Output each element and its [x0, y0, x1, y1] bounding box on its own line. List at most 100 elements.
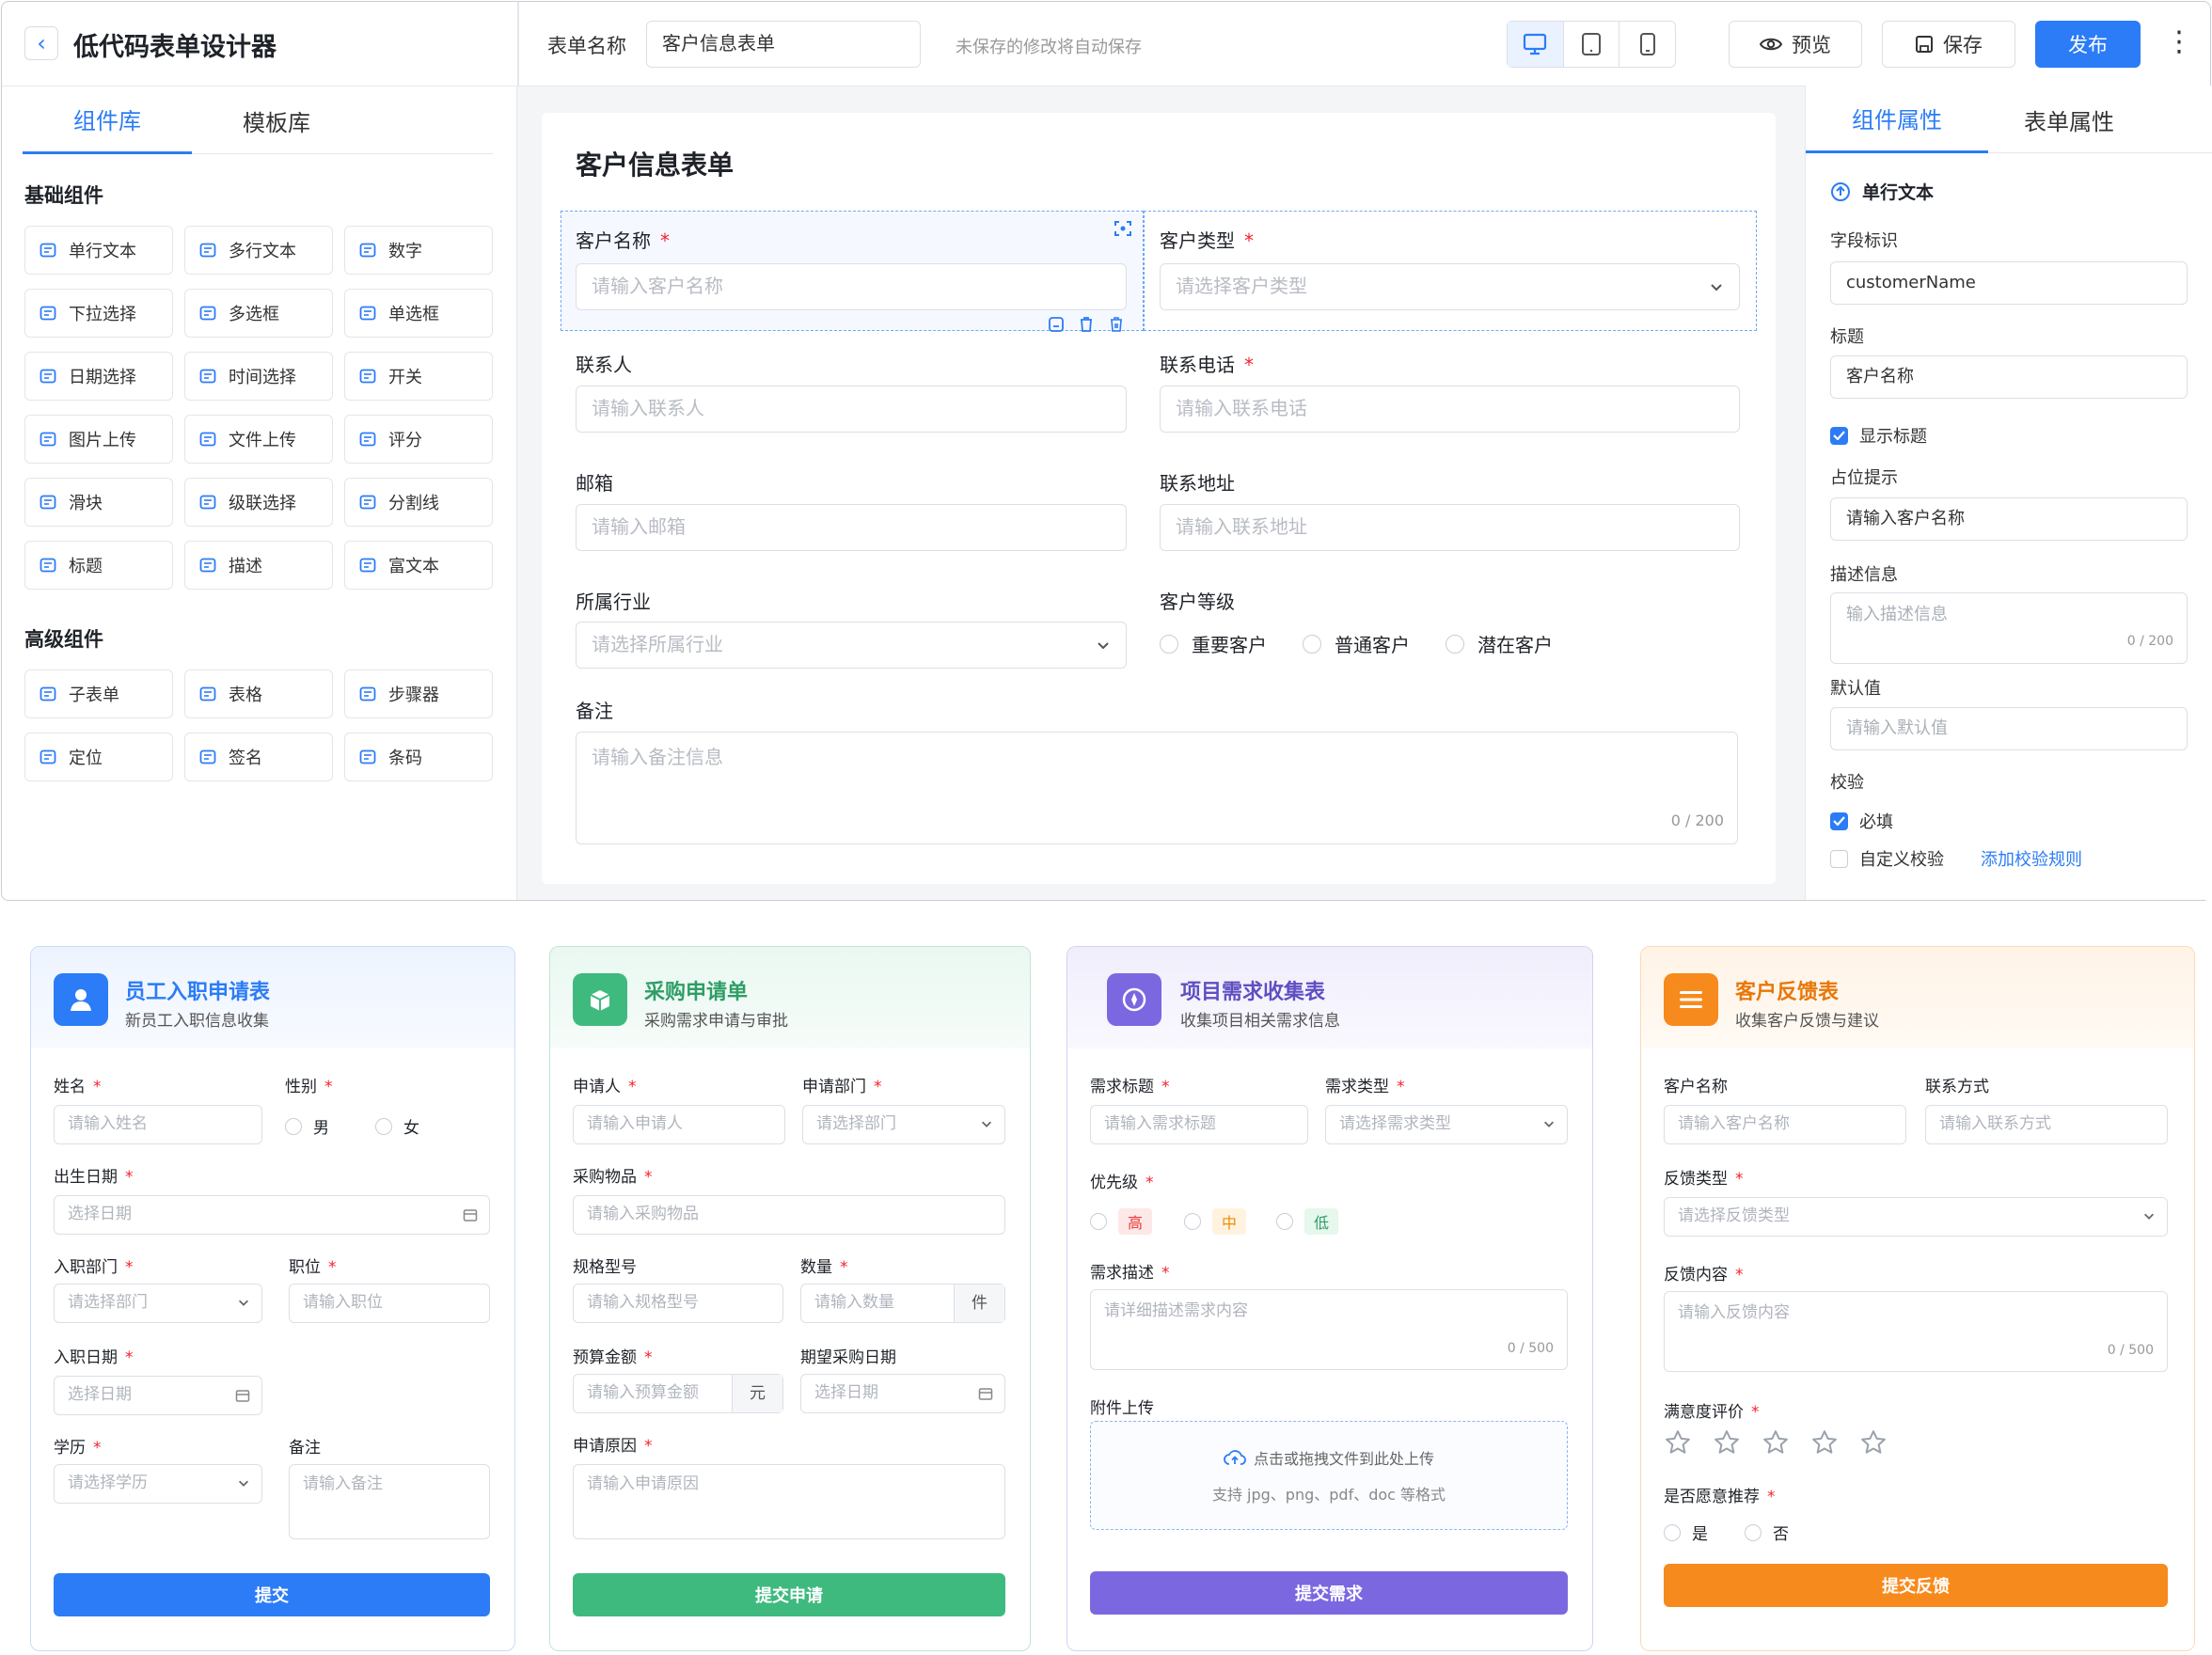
birth-date-input[interactable]: 选择日期 [54, 1195, 490, 1235]
custom-validate-checkbox[interactable]: 自定义校验 [1830, 846, 1944, 871]
component-item-2[interactable]: 表格 [184, 670, 333, 718]
req-desc-textarea[interactable]: 请详细描述需求内容 0 / 500 [1090, 1289, 1568, 1370]
industry-select[interactable]: 请选择所属行业 [576, 622, 1127, 669]
feedback-content-textarea[interactable]: 请输入反馈内容 0 / 500 [1664, 1291, 2168, 1372]
remark-textarea[interactable]: 请输入备注信息 0 / 200 [576, 732, 1738, 844]
req-type-select[interactable]: 请选择需求类型 [1325, 1105, 1568, 1144]
join-date-input[interactable]: 选择日期 [54, 1376, 262, 1415]
radio-level-important[interactable]: 重要客户 [1160, 630, 1267, 657]
reason-textarea[interactable]: 请输入申请原因 [573, 1464, 1005, 1539]
description-textarea[interactable]: 输入描述信息 0 / 200 [1830, 592, 2188, 664]
edu-select[interactable]: 请选择学历 [54, 1464, 262, 1504]
save-button[interactable]: 保存 [1882, 21, 2015, 68]
radio-male[interactable]: 男 [285, 1114, 329, 1138]
tab-components[interactable]: 组件库 [23, 87, 192, 154]
star-icon[interactable] [1664, 1428, 1692, 1460]
template-card-purchase[interactable]: 采购申请单 采购需求申请与审批 申请人 * 请输入申请人 申请部门 * 请选择部门 … [549, 946, 1031, 1651]
component-item-2[interactable]: 多行文本 [184, 226, 333, 275]
dept-select[interactable]: 请选择部门 [54, 1284, 262, 1323]
radio-female[interactable]: 女 [375, 1114, 419, 1138]
component-item-8[interactable]: 时间选择 [184, 352, 333, 401]
submit-button[interactable]: 提交 [54, 1573, 490, 1616]
component-item-4[interactable]: 下拉选择 [24, 289, 173, 338]
star-icon[interactable] [1859, 1428, 1888, 1460]
component-item-12[interactable]: 评分 [344, 415, 493, 464]
star-icon[interactable] [1762, 1428, 1790, 1460]
name-input[interactable]: 请输入姓名 [54, 1105, 262, 1144]
component-item-4[interactable]: 定位 [24, 733, 173, 781]
component-item-3[interactable]: 数字 [344, 226, 493, 275]
radio-recommend-yes[interactable]: 是 [1664, 1521, 1708, 1544]
qty-input[interactable]: 请输入数量件 [800, 1284, 1005, 1323]
component-item-14[interactable]: 级联选择 [184, 478, 333, 527]
tab-templates[interactable]: 模板库 [192, 87, 361, 154]
star-icon[interactable] [1810, 1428, 1839, 1460]
component-item-18[interactable]: 富文本 [344, 541, 493, 590]
position-input[interactable]: 请输入职位 [289, 1284, 490, 1323]
add-rule-link[interactable]: 添加校验规则 [1981, 846, 2082, 871]
tablet-view-button[interactable] [1564, 22, 1620, 67]
radio-priority-high[interactable]: 高 [1090, 1208, 1153, 1235]
star-icon[interactable] [1713, 1428, 1741, 1460]
radio-priority-mid[interactable]: 中 [1184, 1208, 1247, 1235]
component-item-9[interactable]: 开关 [344, 352, 493, 401]
component-item-16[interactable]: 标题 [24, 541, 173, 590]
feedback-type-select[interactable]: 请选择反馈类型 [1664, 1197, 2168, 1237]
customer-type-select[interactable]: 请选择客户类型 [1160, 263, 1740, 310]
template-card-feedback[interactable]: 客户反馈表 收集客户反馈与建议 客户名称 请输入客户名称 联系方式 请输入联系方… [1640, 946, 2195, 1651]
title-input[interactable]: 客户名称 [1830, 355, 2188, 399]
submit-button[interactable]: 提交需求 [1090, 1571, 1568, 1615]
radio-recommend-no[interactable]: 否 [1745, 1521, 1789, 1544]
component-item-7[interactable]: 日期选择 [24, 352, 173, 401]
customer-name-input[interactable]: 请输入客户名称 [576, 263, 1127, 310]
mobile-view-button[interactable] [1620, 22, 1675, 67]
rating-stars[interactable] [1664, 1428, 1888, 1460]
address-input[interactable]: 请输入联系地址 [1160, 504, 1740, 551]
expected-date-input[interactable]: 选择日期 [800, 1374, 1005, 1413]
component-item-3[interactable]: 步骤器 [344, 670, 493, 718]
more-icon[interactable]: ⋮ [2165, 28, 2193, 56]
budget-input[interactable]: 请输入预算金额元 [573, 1374, 783, 1413]
template-card-employee[interactable]: 员工入职申请表 新员工入职信息收集 姓名 * 请输入姓名 性别 * 男 女 出生日期… [30, 946, 515, 1651]
publish-button[interactable]: 发布 [2035, 21, 2141, 68]
customer-name-input[interactable]: 请输入客户名称 [1664, 1105, 1906, 1144]
radio-level-potential[interactable]: 潜在客户 [1446, 630, 1553, 657]
form-name-input[interactable]: 客户信息表单 [646, 21, 921, 68]
desktop-view-button[interactable] [1508, 22, 1564, 67]
drag-handle-icon[interactable] [1114, 220, 1132, 241]
component-item-13[interactable]: 滑块 [24, 478, 173, 527]
tab-form-props[interactable]: 表单属性 [1988, 86, 2150, 153]
req-title-input[interactable]: 请输入需求标题 [1090, 1105, 1308, 1144]
component-item-11[interactable]: 文件上传 [184, 415, 333, 464]
component-item-6[interactable]: 单选框 [344, 289, 493, 338]
required-checkbox[interactable]: 必填 [1830, 809, 1893, 833]
component-item-10[interactable]: 图片上传 [24, 415, 173, 464]
default-input[interactable]: 请输入默认值 [1830, 707, 2188, 750]
delete-icon[interactable] [1076, 314, 1097, 335]
component-item-6[interactable]: 条码 [344, 733, 493, 781]
preview-button[interactable]: 预览 [1729, 21, 1862, 68]
contact-input[interactable]: 请输入联系人 [576, 386, 1127, 433]
template-card-requirements[interactable]: 项目需求收集表 收集项目相关需求信息 需求标题 * 请输入需求标题 需求类型 * 请… [1066, 946, 1593, 1651]
dept-select[interactable]: 请选择部门 [802, 1105, 1005, 1144]
submit-button[interactable]: 提交反馈 [1664, 1564, 2168, 1607]
component-item-5[interactable]: 多选框 [184, 289, 333, 338]
note-textarea[interactable]: 请输入备注 [289, 1464, 490, 1539]
trash-icon[interactable] [1106, 314, 1127, 335]
radio-level-normal[interactable]: 普通客户 [1303, 630, 1410, 657]
show-title-checkbox[interactable]: 显示标题 [1830, 423, 1927, 448]
phone-input[interactable]: 请输入联系电话 [1160, 386, 1740, 433]
component-item-15[interactable]: 分割线 [344, 478, 493, 527]
contact-input[interactable]: 请输入联系方式 [1925, 1105, 2168, 1144]
item-input[interactable]: 请输入采购物品 [573, 1195, 1005, 1235]
component-item-5[interactable]: 签名 [184, 733, 333, 781]
applicant-input[interactable]: 请输入申请人 [573, 1105, 785, 1144]
component-item-1[interactable]: 单行文本 [24, 226, 173, 275]
component-item-17[interactable]: 描述 [184, 541, 333, 590]
email-input[interactable]: 请输入邮箱 [576, 504, 1127, 551]
radio-priority-low[interactable]: 低 [1276, 1208, 1339, 1235]
tab-component-props[interactable]: 组件属性 [1806, 86, 1988, 153]
component-item-1[interactable]: 子表单 [24, 670, 173, 718]
spec-input[interactable]: 请输入规格型号 [573, 1284, 783, 1323]
copy-icon[interactable] [1046, 314, 1066, 335]
